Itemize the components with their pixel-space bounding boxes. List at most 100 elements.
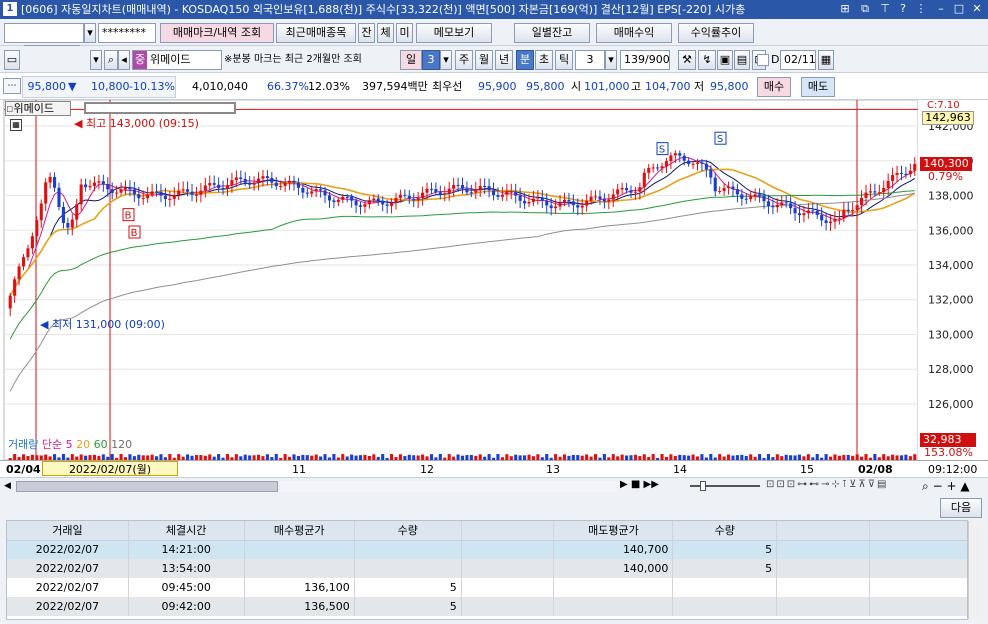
executed-button[interactable]: 체: [377, 23, 394, 43]
chart-tools-strip[interactable]: ⊡⊡⊡⊶⊷⊸⊹⊺⊻⊼⊽▤: [766, 479, 889, 490]
search-icon[interactable]: ⌕: [104, 50, 118, 70]
account-dropdown-icon[interactable]: ▾: [84, 23, 96, 43]
table-row[interactable]: 2022/02/07 13:54:00 140,000 5: [7, 559, 967, 578]
scroll-track[interactable]: [280, 481, 616, 492]
layout-icon[interactable]: ▭: [4, 50, 20, 70]
settings-icon[interactable]: ⋮: [914, 2, 928, 16]
period-day-value[interactable]: 3: [422, 50, 440, 70]
print-icon[interactable]: ▤: [734, 50, 750, 70]
unfilled-button[interactable]: 미: [396, 23, 413, 43]
candle-body: [115, 192, 119, 194]
pin-icon[interactable]: ⊤: [878, 2, 892, 16]
account-field[interactable]: [4, 23, 84, 43]
speaker-icon[interactable]: ◂: [118, 50, 130, 70]
help-icon[interactable]: ?: [896, 2, 910, 16]
candle-body: [319, 189, 323, 191]
buy-button[interactable]: 매수: [757, 77, 791, 97]
col-buy-qty[interactable]: 수량: [354, 521, 462, 541]
zoom-out-icon[interactable]: −: [933, 479, 943, 493]
candle-body: [354, 200, 358, 206]
candle-body: [886, 180, 890, 188]
fast-forward-icon[interactable]: ▶▶: [644, 479, 659, 490]
link-icon[interactable]: ⊞: [838, 2, 852, 16]
candle-body: [154, 191, 159, 193]
period-tab-second[interactable]: 초: [535, 50, 553, 70]
candle-body: [110, 189, 114, 193]
table-row[interactable]: 2022/02/07 14:21:00 140,700 5: [7, 540, 967, 559]
candle-body: [212, 183, 216, 185]
candle-body: [664, 161, 669, 167]
next-button[interactable]: 다음: [940, 498, 982, 518]
scroll-right-icon[interactable]: ▲: [960, 479, 969, 493]
table-row[interactable]: 2022/02/07 09:42:00 136,500 5: [7, 597, 967, 616]
play-icon[interactable]: ▶: [620, 479, 628, 490]
scroll-left-icon[interactable]: ◀: [4, 480, 16, 493]
chart-stock-chip[interactable]: ▫위메이드: [5, 101, 71, 116]
candle-body: [718, 190, 722, 192]
calendar-icon[interactable]: ▦: [818, 50, 834, 70]
password-field[interactable]: ********: [98, 23, 156, 43]
candle-body: [53, 177, 57, 188]
indicator-icon[interactable]: ↯: [698, 50, 716, 70]
trade-mark-query-button[interactable]: 매매마크/내역 조회: [160, 23, 274, 43]
x-label-13: 13: [546, 463, 560, 476]
current-price: 95,800: [27, 80, 67, 93]
quote-menu-icon[interactable]: ⋯: [3, 78, 21, 94]
trade-profit-button[interactable]: 매매수익: [596, 23, 672, 43]
candle-body: [633, 191, 637, 193]
magnifier-icon[interactable]: ⌕: [922, 479, 929, 493]
daily-balance-button[interactable]: 일별잔고: [514, 23, 590, 43]
profit-trend-button[interactable]: 수익률추이: [678, 23, 754, 43]
scroll-thumb[interactable]: [16, 481, 278, 492]
col-sell-qty[interactable]: 수량: [672, 521, 778, 541]
col-buy-avg[interactable]: 매수평균가: [244, 521, 355, 541]
minimize-icon[interactable]: –: [934, 2, 948, 16]
candle-body: [39, 203, 43, 221]
data-window-icon[interactable]: ▦: [10, 119, 22, 131]
chart-tool-icon[interactable]: ⚒: [678, 50, 696, 70]
candle-body: [106, 183, 110, 190]
candle-body: [305, 192, 309, 194]
balance-button[interactable]: 잔: [358, 23, 375, 43]
col-trade-date[interactable]: 거래일: [7, 521, 129, 541]
close-icon[interactable]: ✕: [970, 2, 984, 16]
maximize-icon[interactable]: □: [952, 2, 966, 16]
popout-icon[interactable]: ⧉: [858, 2, 872, 16]
period-tab-week[interactable]: 주: [455, 50, 473, 70]
d-checkbox[interactable]: [757, 54, 769, 66]
candle-body: [899, 172, 904, 174]
recent-trades-button[interactable]: 최근매매종목: [276, 23, 356, 43]
x-cursor-label: 2022/02/07(월) 09:33:00: [42, 461, 178, 491]
zoom-in-icon[interactable]: +: [946, 479, 956, 493]
period-day-dropdown-icon[interactable]: ▾: [440, 50, 452, 70]
period-tab-day[interactable]: 일: [400, 50, 422, 70]
stop-icon[interactable]: ■: [631, 479, 640, 490]
zoom-slider-handle[interactable]: [700, 481, 706, 491]
stock-name-field[interactable]: 중 위메이드: [132, 50, 222, 70]
interval-field[interactable]: 3: [575, 50, 605, 70]
price-chart[interactable]: BBSS 142,000140,000138,000136,000134,000…: [0, 100, 988, 460]
period-tab-month[interactable]: 월: [475, 50, 493, 70]
trade-amount: 397,594백만: [362, 80, 428, 93]
table-row[interactable]: 2022/02/07 09:45:00 136,100 5: [7, 578, 967, 597]
stock-dropdown-icon[interactable]: ▾: [90, 50, 102, 70]
interval-dropdown-icon[interactable]: ▾: [605, 50, 617, 70]
candle-body: [806, 210, 810, 214]
count-field[interactable]: 139/900: [620, 50, 670, 70]
period-tab-minute[interactable]: 분: [516, 50, 534, 70]
cell-blank: [869, 578, 967, 597]
candle-body: [66, 222, 70, 228]
date-field[interactable]: 02/11: [780, 50, 816, 70]
high-price: 104,700: [645, 80, 691, 93]
period-tab-year[interactable]: 년: [495, 50, 513, 70]
sell-button[interactable]: 매도: [801, 77, 835, 97]
table-scrollbar[interactable]: [968, 521, 982, 619]
candle-body: [758, 194, 762, 197]
col-sell-avg[interactable]: 매도평균가: [553, 521, 674, 541]
save-icon[interactable]: ▣: [717, 50, 733, 70]
price-axis-label: 126,000: [928, 398, 974, 411]
candle-body: [283, 182, 287, 186]
col-exec-time[interactable]: 체결시간: [128, 521, 245, 541]
period-tab-tick[interactable]: 틱: [555, 50, 573, 70]
memo-button[interactable]: 메모보기: [416, 23, 492, 43]
